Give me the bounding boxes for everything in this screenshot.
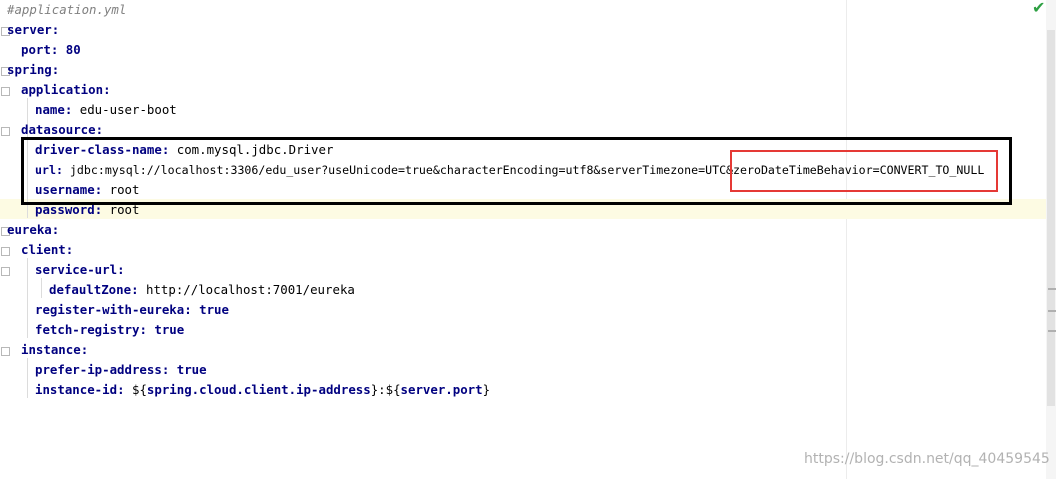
yaml-separator: :: [161, 362, 177, 377]
indent-guide: [41, 278, 42, 298]
placeholder-ref: spring.cloud.client.ip-address: [146, 382, 371, 397]
yaml-separator: :: [51, 22, 60, 37]
placeholder-join: }:${: [370, 382, 401, 397]
error-stripe-marker[interactable]: [1048, 288, 1056, 290]
yaml-value: http://localhost:7001/eureka: [145, 282, 355, 297]
code-line-register-with-eureka: register-with-eureka: true: [35, 300, 229, 320]
yaml-separator: :: [64, 102, 80, 117]
placeholder-close: }: [482, 382, 491, 397]
yaml-key: application: [21, 82, 104, 97]
yaml-key: spring: [7, 62, 52, 77]
code-line-comment: #application.yml: [7, 0, 126, 20]
yaml-value: 80: [65, 42, 81, 57]
placeholder-open: ${: [131, 382, 147, 397]
fold-toggle-icon[interactable]: [1, 127, 10, 136]
yaml-key: client: [21, 242, 66, 257]
yaml-key: port: [21, 42, 51, 57]
code-line-application: application:: [21, 80, 111, 100]
yaml-separator: :: [184, 302, 200, 317]
yaml-separator: :: [117, 262, 125, 277]
yaml-separator: :: [139, 322, 155, 337]
yaml-key: defaultZone: [49, 282, 132, 297]
yaml-key: register-with-eureka: [35, 302, 185, 317]
indent-guide: [27, 258, 28, 338]
yaml-value: true: [176, 362, 207, 377]
fold-toggle-icon[interactable]: [1, 347, 10, 356]
indent-guide: [27, 358, 28, 398]
code-line-client: client:: [21, 240, 73, 260]
watermark: https://blog.csdn.net/qq_40459545: [804, 451, 1050, 467]
yaml-key: prefer-ip-address: [35, 362, 162, 377]
yaml-separator: :: [117, 382, 132, 397]
yaml-key: eureka: [7, 222, 52, 237]
code-line-instance-id: instance-id: ${spring.cloud.client.ip-ad…: [35, 380, 490, 400]
yaml-value: edu-user-boot: [79, 102, 177, 117]
right-margin-guide: [846, 0, 847, 479]
yaml-separator: :: [51, 62, 60, 77]
yaml-key: instance-id: [35, 382, 118, 397]
yaml-key: instance: [21, 342, 81, 357]
code-line-prefer-ip-address: prefer-ip-address: true: [35, 360, 207, 380]
yaml-separator: :: [95, 122, 104, 137]
code-line-service-url: service-url:: [35, 260, 125, 280]
yaml-key: datasource: [21, 122, 96, 137]
code-line-fetch-registry: fetch-registry: true: [35, 320, 184, 340]
yaml-separator: :: [51, 222, 60, 237]
fold-toggle-icon[interactable]: [1, 87, 10, 96]
error-stripe-marker[interactable]: [1048, 330, 1056, 332]
yaml-separator: :: [131, 282, 146, 297]
code-editor[interactable]: #application.yml server: port: 80 spring…: [0, 0, 1046, 479]
annotation-highlight-box: [730, 150, 998, 192]
code-line-name: name: edu-user-boot: [35, 100, 177, 120]
placeholder-ref: server.port: [400, 382, 483, 397]
yaml-value: true: [154, 322, 185, 337]
code-line-eureka: eureka:: [7, 220, 59, 240]
comment-text: #application.yml: [7, 2, 127, 17]
code-line-port: port: 80: [21, 40, 81, 60]
code-line-server: server:: [7, 20, 59, 40]
fold-toggle-icon[interactable]: [1, 247, 10, 256]
check-icon[interactable]: ✔: [1032, 0, 1045, 17]
code-line-defaultzone: defaultZone: http://localhost:7001/eurek…: [49, 280, 355, 300]
yaml-separator: :: [50, 42, 66, 57]
yaml-key: fetch-registry: [35, 322, 140, 337]
yaml-separator: :: [103, 82, 111, 97]
yaml-separator: :: [65, 242, 74, 257]
error-stripe-marker[interactable]: [1048, 310, 1056, 312]
code-line-instance: instance:: [21, 340, 88, 360]
scrollbar-thumb[interactable]: [1047, 30, 1055, 406]
yaml-value: true: [199, 302, 229, 317]
yaml-key: service-url: [35, 262, 118, 277]
code-line-spring: spring:: [7, 60, 59, 80]
yaml-key: name: [35, 102, 65, 117]
yaml-separator: :: [80, 342, 89, 357]
yaml-key: server: [7, 22, 52, 37]
fold-toggle-icon[interactable]: [1, 267, 10, 276]
